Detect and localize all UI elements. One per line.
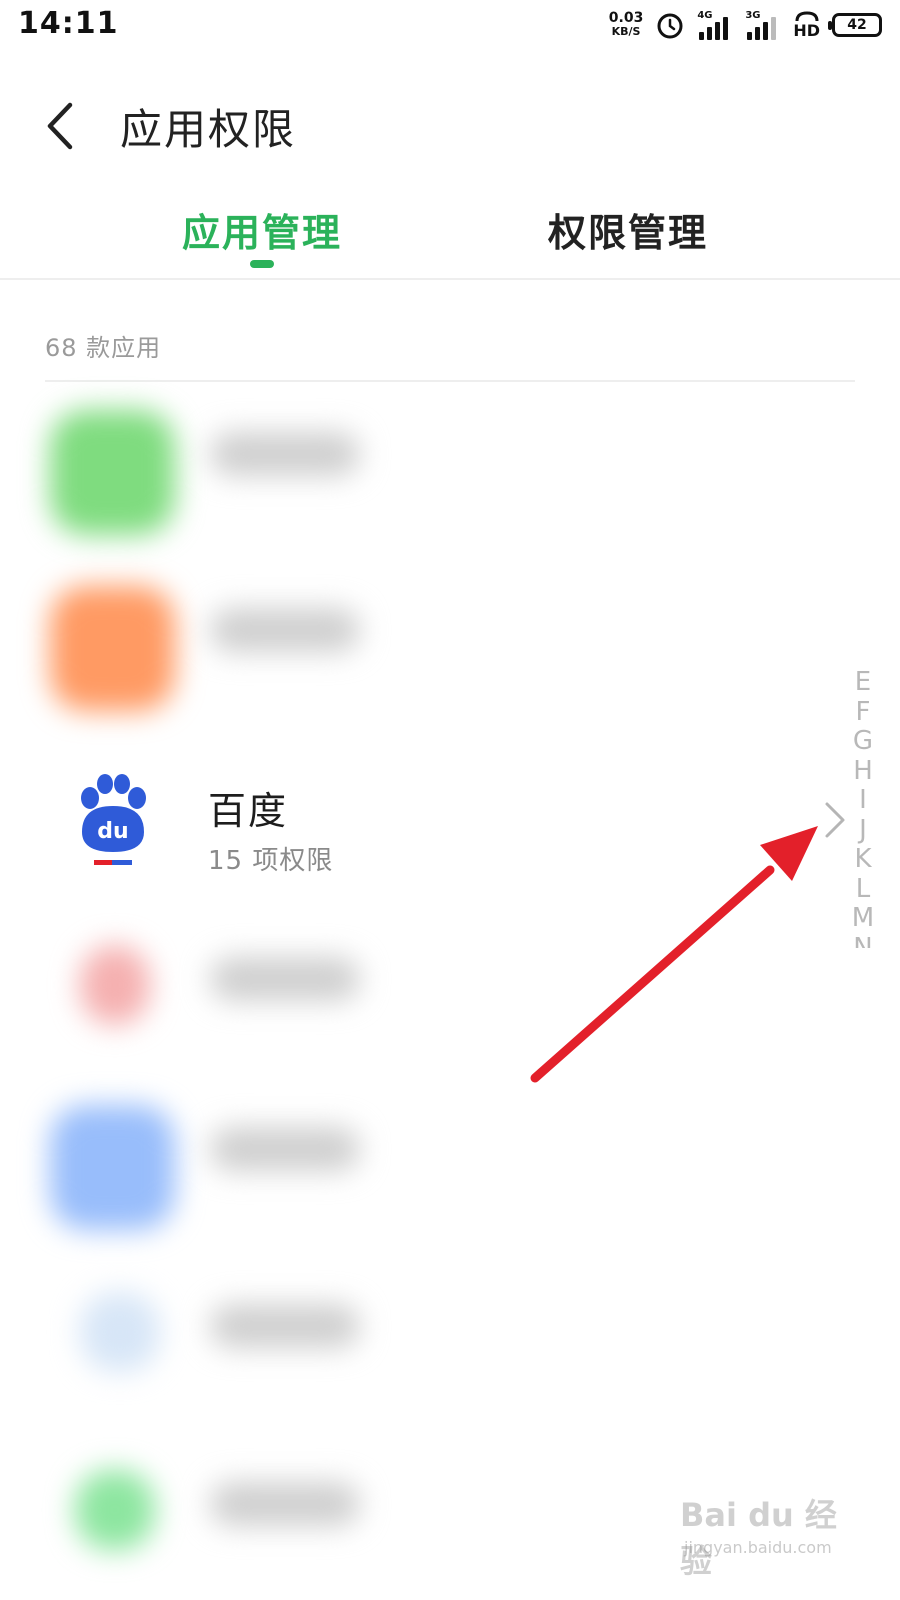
battery-icon: 42	[828, 13, 882, 37]
index-letter[interactable]: J	[859, 815, 867, 846]
list-item[interactable]	[0, 1262, 900, 1422]
list-item[interactable]	[0, 915, 900, 1075]
app-permission-count: 15 项权限	[208, 846, 334, 876]
index-letter[interactable]: F	[856, 697, 871, 728]
tab-bar: 应用管理 权限管理	[0, 190, 900, 280]
chevron-left-icon	[47, 102, 73, 150]
app-name-redacted	[210, 1482, 360, 1526]
header: 应用权限	[0, 80, 900, 180]
index-letter[interactable]: N	[853, 933, 872, 948]
signal-strength-icon-1: 4G	[697, 10, 733, 40]
app-name-redacted	[210, 1127, 360, 1171]
baidu-paw-icon: du	[81, 774, 146, 865]
index-letter[interactable]: H	[853, 756, 873, 787]
network-speed-value: 0.03	[608, 10, 644, 26]
baidu-jingyan-watermark: Bai du 经验 jingyan.baidu.com	[680, 1490, 850, 1580]
alarm-icon	[657, 13, 683, 39]
network-speed-unit: KB/S	[611, 25, 641, 38]
watermark-sub: jingyan.baidu.com	[684, 1538, 832, 1557]
list-item[interactable]	[0, 390, 900, 550]
svg-text:du: du	[97, 819, 128, 844]
app-icon	[50, 410, 175, 535]
alphabet-index-bar[interactable]: E F G H I J K L M N	[846, 668, 880, 948]
app-icon	[75, 1470, 155, 1550]
index-letter[interactable]: M	[852, 903, 874, 934]
tab-permission-management[interactable]: 权限管理	[548, 202, 708, 257]
app-icon	[80, 1292, 160, 1372]
active-tab-indicator	[250, 260, 274, 268]
back-button[interactable]	[30, 94, 90, 158]
network-speed: 0.03 KB/S	[609, 11, 644, 39]
app-name-redacted	[210, 608, 360, 652]
index-letter[interactable]: K	[854, 844, 871, 875]
battery-level: 42	[847, 17, 867, 33]
app-icon	[50, 586, 175, 711]
hd-label: HD	[793, 21, 820, 40]
app-name: 百度	[208, 789, 289, 833]
index-letter[interactable]: E	[855, 668, 871, 698]
index-letter[interactable]: L	[856, 874, 871, 905]
index-letter[interactable]: I	[859, 785, 867, 816]
app-count-label: 68 款应用	[45, 334, 162, 362]
hd-voice-icon: HD	[793, 11, 820, 39]
signal-strength-icon-2: 3G	[745, 10, 781, 40]
list-item[interactable]	[0, 566, 900, 726]
divider	[45, 380, 855, 382]
app-icon	[80, 945, 150, 1025]
chevron-right-icon	[825, 802, 845, 838]
watermark-main: Bai du 经验	[680, 1496, 837, 1580]
status-time: 14:11	[18, 6, 119, 41]
app-name-redacted	[210, 432, 360, 476]
app-name-redacted	[210, 1304, 360, 1348]
tab-app-management[interactable]: 应用管理	[182, 202, 342, 257]
list-item-baidu[interactable]: du 百度 15 项权限	[0, 742, 900, 902]
app-name-redacted	[210, 957, 360, 1001]
index-letter[interactable]: G	[853, 726, 873, 757]
status-icons: 0.03 KB/S 4G 3G HD 42	[609, 8, 882, 42]
page-title: 应用权限	[120, 105, 297, 154]
list-item[interactable]	[0, 1085, 900, 1245]
app-icon	[50, 1105, 175, 1230]
status-bar: 14:11 0.03 KB/S 4G 3G HD 42	[0, 0, 900, 52]
